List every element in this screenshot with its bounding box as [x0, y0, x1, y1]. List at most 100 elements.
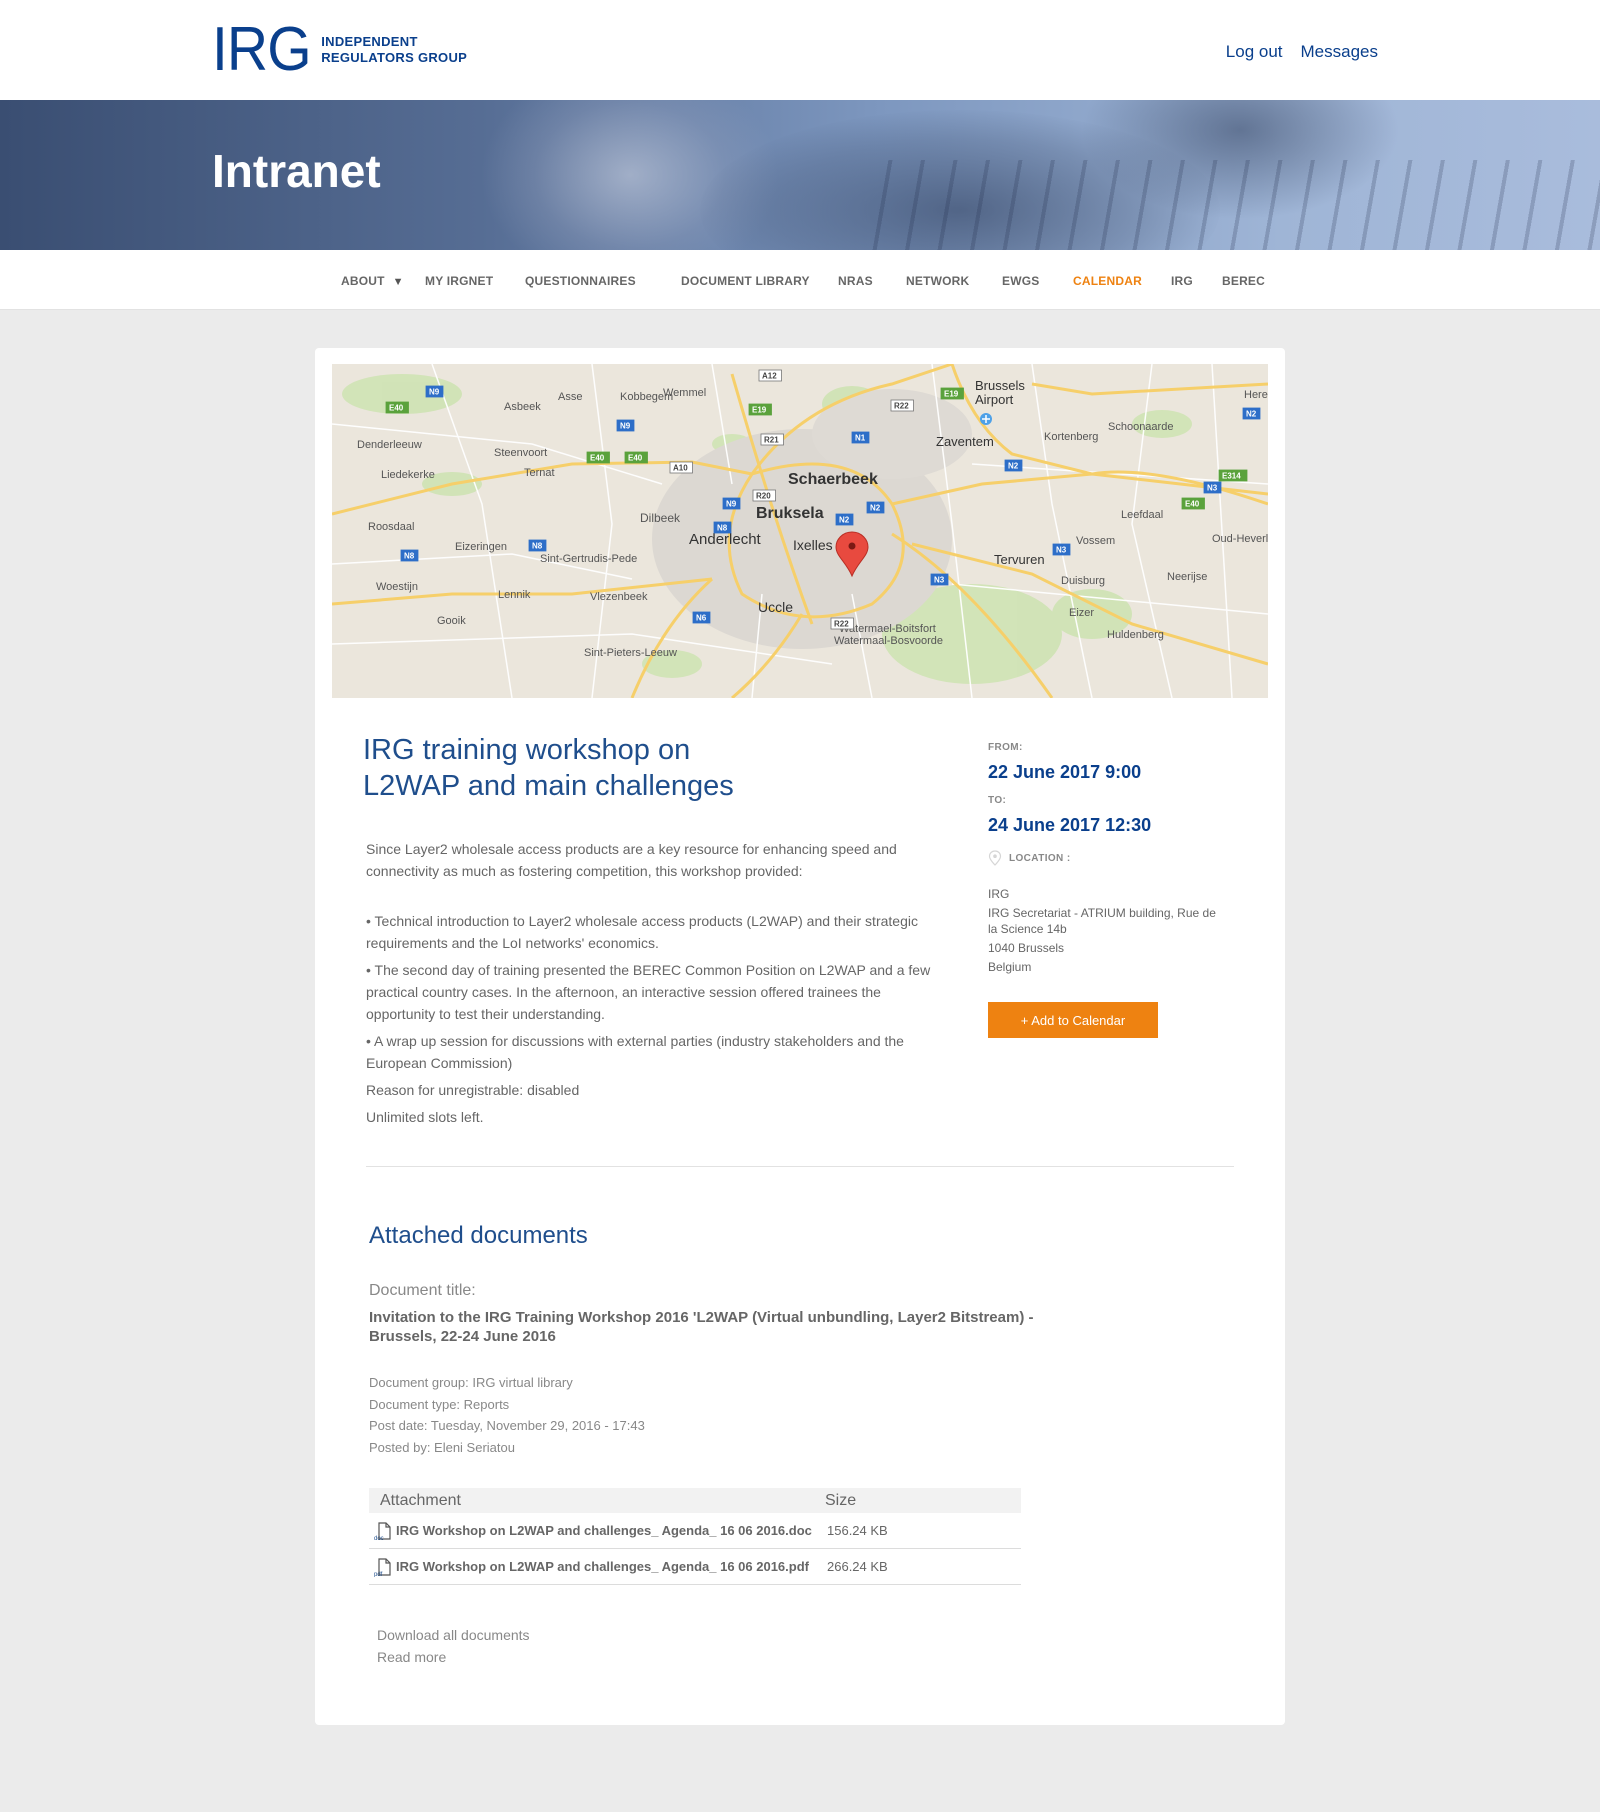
road-badge-label: N2	[839, 516, 850, 525]
nav-item-my-irgnet[interactable]: MY IRGNET	[425, 274, 493, 288]
map-place-label: Bruksela	[756, 505, 824, 522]
road-badge-label: N9	[429, 388, 440, 397]
attachment-size: 156.24 KB	[827, 1523, 888, 1538]
map-place-label: Woestijn	[376, 581, 418, 593]
logo-text: INDEPENDENT REGULATORS GROUP	[321, 34, 467, 66]
attachments-table: Attachment Size doc IRG Workshop on L2WA…	[369, 1488, 1021, 1585]
map-place-label: Neerijse	[1167, 571, 1207, 583]
chevron-down-icon: ▼	[392, 276, 404, 288]
nav-item-irg[interactable]: IRG	[1171, 274, 1193, 288]
event-intro: Since Layer2 wholesale access products a…	[366, 841, 897, 879]
read-more-link[interactable]: Read more	[377, 1646, 530, 1668]
document-meta: Document group: IRG virtual library Docu…	[369, 1372, 645, 1458]
road-badge-label: N2	[1008, 462, 1019, 471]
map-place-label: Anderlecht	[689, 531, 762, 548]
road-badge-label: N3	[1207, 484, 1218, 493]
from-label: FROM:	[988, 742, 1023, 753]
address-line: Belgium	[988, 960, 1032, 974]
document-title: Invitation to the IRG Training Workshop …	[369, 1309, 1034, 1345]
main-nav: ABOUT ▼ MY IRGNET QUESTIONNAIRES DOCUMENT…	[0, 250, 1600, 310]
column-header-attachment: Attachment	[380, 1491, 461, 1509]
svg-text:pdf: pdf	[374, 1572, 383, 1577]
document-links: Download all documents Read more	[377, 1624, 530, 1668]
add-to-calendar-button[interactable]: + Add to Calendar	[988, 1002, 1158, 1038]
event-bullet: • Technical introduction to Layer2 whole…	[366, 913, 918, 951]
post-date: Post date: Tuesday, November 29, 2016 - …	[369, 1418, 645, 1433]
attachment-link[interactable]: IRG Workshop on L2WAP and challenges_ Ag…	[396, 1559, 809, 1574]
map-place-label: Schoonaarde	[1108, 421, 1173, 433]
road-badge-label: N2	[870, 504, 881, 513]
to-label: TO:	[988, 795, 1007, 806]
map-place-label: Here	[1244, 389, 1268, 401]
nav-item-document-library[interactable]: DOCUMENT LIBRARY	[681, 274, 810, 288]
road-badge-label: A12	[762, 372, 777, 381]
location-map[interactable]: Asse Kobbegem Wemmel Brussels Airport Here Asb…	[332, 364, 1268, 698]
logo-line2: REGULATORS GROUP	[321, 50, 468, 65]
nav-item-questionnaires[interactable]: QUESTIONNAIRES	[525, 274, 636, 288]
map-place-label: Schaerbeek	[788, 471, 878, 488]
map-place-label: Airport	[975, 392, 1014, 407]
hero-banner: Intranet	[0, 100, 1600, 250]
doc-file-icon: doc	[374, 1521, 391, 1541]
irg-logo[interactable]: IRG INDEPENDENT REGULATORS GROUP	[212, 15, 467, 84]
map-place-label: Asse	[558, 391, 582, 403]
road-badge-label: R22	[894, 402, 909, 411]
to-date: 24 June 2017 12:30	[988, 815, 1152, 835]
document-group: Document group: IRG virtual library	[369, 1375, 573, 1390]
nav-label: ABOUT	[341, 274, 385, 288]
logout-link[interactable]: Log out	[1226, 42, 1283, 62]
map-place-label: Huldenberg	[1107, 629, 1164, 641]
location-pin-icon	[988, 850, 1002, 866]
road-badge-label: E40	[1185, 500, 1200, 509]
road-badge-label: N3	[934, 576, 945, 585]
pdf-file-icon: pdf	[374, 1557, 391, 1577]
logo-mark: IRG	[212, 15, 312, 84]
nav-item-ewgs[interactable]: EWGS	[1002, 274, 1039, 288]
page-title: Intranet	[212, 145, 381, 197]
map-place-label: Liedekerke	[381, 469, 435, 481]
road-badge-label: E19	[752, 406, 767, 415]
road-badge-label: R20	[756, 492, 771, 501]
map-place-label: Zaventem	[936, 434, 994, 449]
posted-by: Posted by: Eleni Seriatou	[369, 1439, 515, 1455]
column-header-size: Size	[825, 1491, 857, 1509]
table-row: pdf IRG Workshop on L2WAP and challenges…	[369, 1549, 1021, 1585]
nav-item-network[interactable]: NETWORK	[906, 274, 969, 288]
road-badge-label: N8	[404, 552, 415, 561]
map-place-label: Oud-Heverle	[1212, 533, 1268, 545]
map-place-label: Wemmel	[663, 387, 706, 399]
map-place-label: Dilbeek	[640, 511, 681, 525]
slots-left: Unlimited slots left.	[366, 1109, 484, 1125]
nav-item-berec[interactable]: BEREC	[1222, 274, 1265, 288]
road-badge-label: R22	[834, 620, 849, 629]
nav-item-about[interactable]: ABOUT ▼	[341, 274, 404, 288]
registration-reason: Reason for unregistrable: disabled	[366, 1082, 580, 1098]
top-header: IRG INDEPENDENT REGULATORS GROUP Log out…	[0, 0, 1600, 100]
attached-documents-heading: Attached documents	[369, 1222, 588, 1249]
map-place-label: Ixelles	[793, 537, 833, 553]
messages-link[interactable]: Messages	[1301, 42, 1378, 62]
map-place-label: Kortenberg	[1044, 431, 1098, 443]
event-details: FROM: 22 June 2017 9:00 TO: 24 June 2017…	[988, 742, 1228, 978]
map-place-label: Duisburg	[1061, 575, 1105, 587]
download-all-link[interactable]: Download all documents	[377, 1624, 530, 1646]
map-place-label: Lennik	[498, 589, 531, 601]
nav-item-nras[interactable]: NRAS	[838, 274, 873, 288]
address-line: 1040 Brussels	[988, 941, 1065, 955]
map-place-label: Leefdaal	[1121, 509, 1163, 521]
map-place-label: Steenvoort	[494, 447, 547, 459]
location-address: IRG IRG Secretariat - ATRIUM building, R…	[988, 886, 1228, 975]
event-bullet: • The second day of training presented t…	[366, 962, 931, 1022]
nav-item-calendar[interactable]: CALENDAR	[1073, 274, 1142, 288]
table-row: doc IRG Workshop on L2WAP and challenges…	[369, 1513, 1021, 1549]
road-badge-label: A10	[673, 464, 688, 473]
attachment-link[interactable]: IRG Workshop on L2WAP and challenges_ Ag…	[396, 1523, 812, 1538]
map-place-label: Eizeringen	[455, 541, 507, 553]
road-badge-label: N2	[1246, 410, 1257, 419]
map-place-label: Eizer	[1069, 607, 1094, 619]
user-nav: Log out Messages	[1226, 42, 1378, 62]
svg-text:doc: doc	[374, 1536, 384, 1541]
road-badge-label: N1	[855, 434, 866, 443]
road-badge-label: N8	[532, 542, 543, 551]
road-badge-label: R21	[764, 436, 779, 445]
